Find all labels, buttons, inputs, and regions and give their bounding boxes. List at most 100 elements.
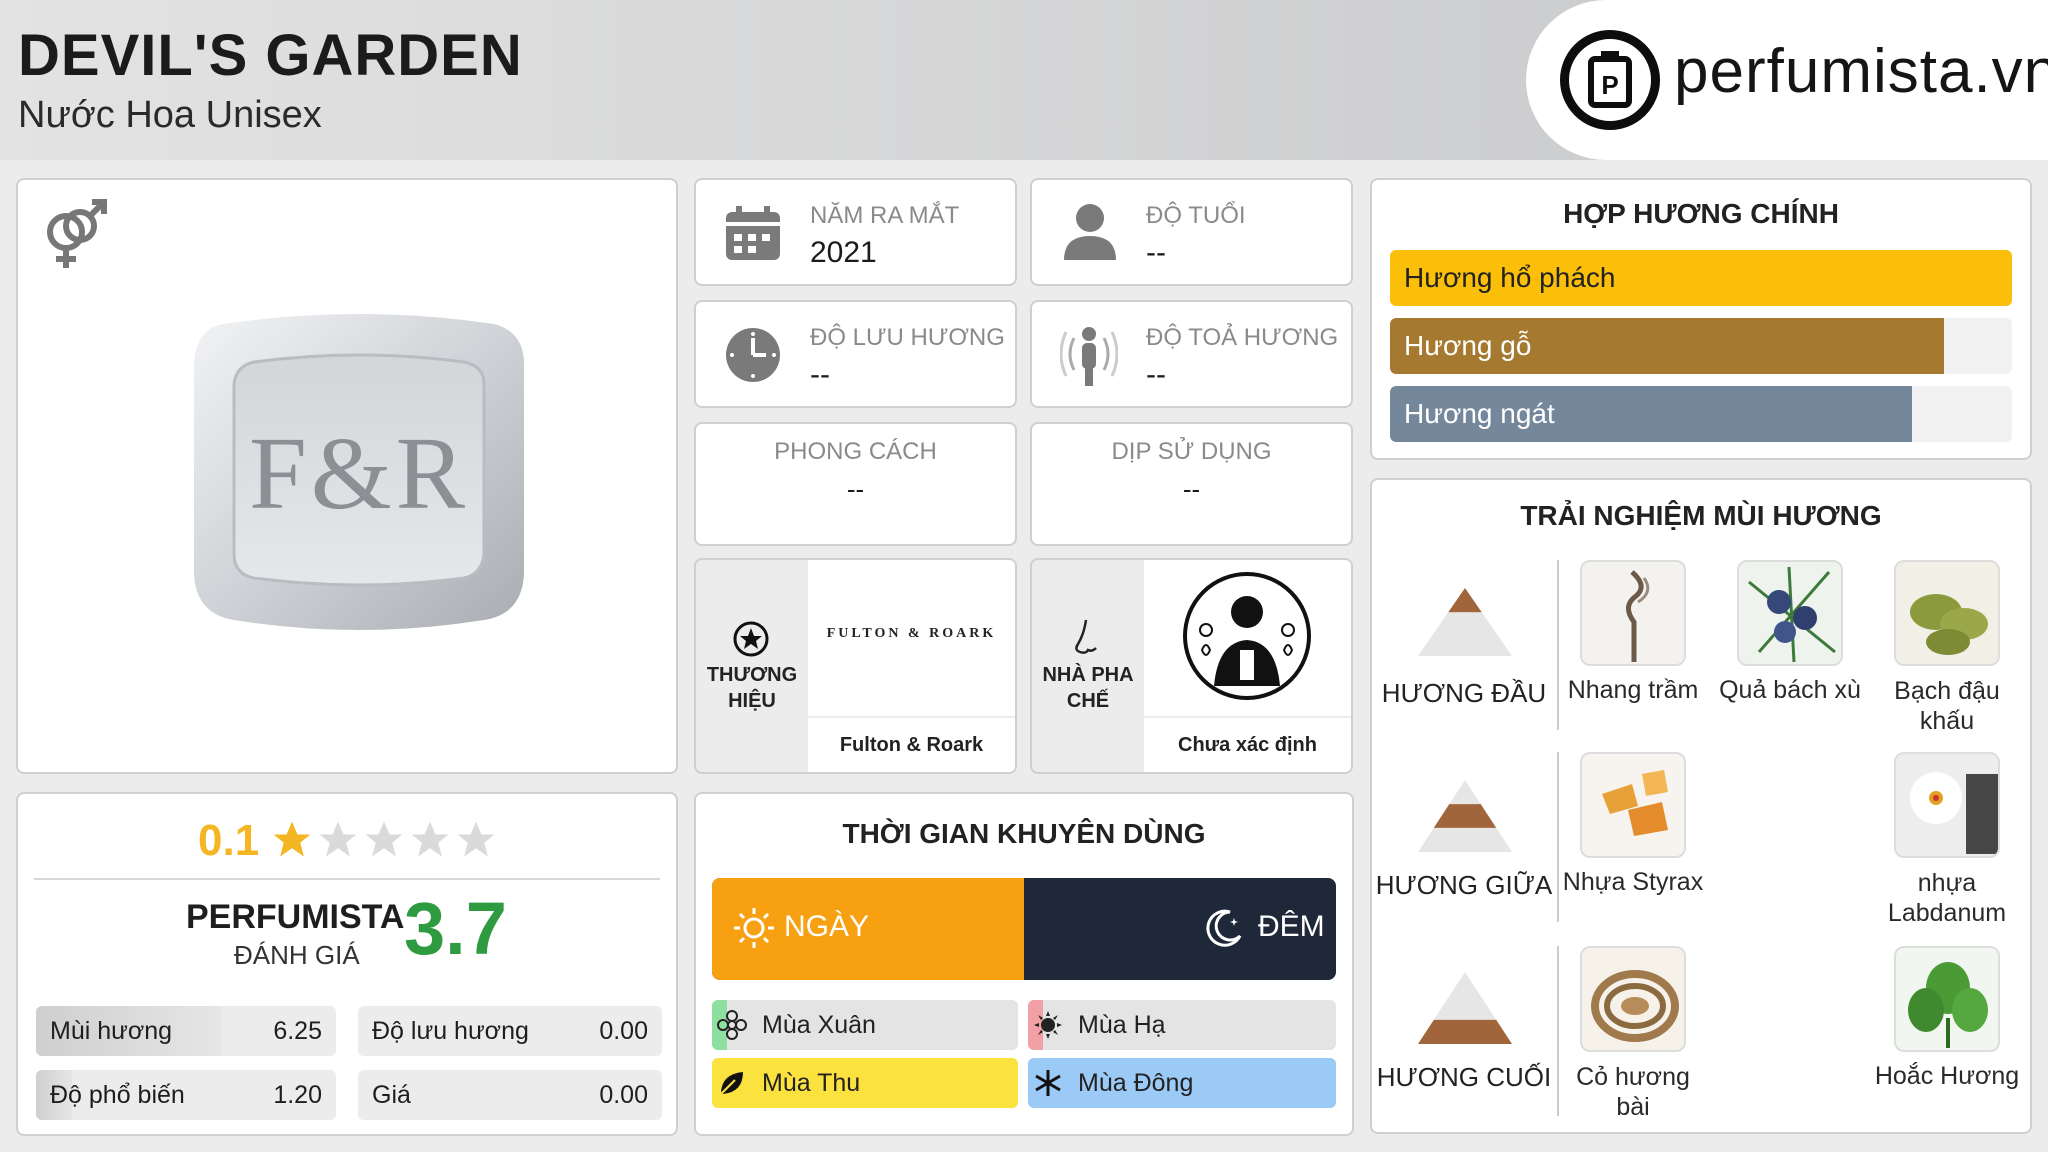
page-subtitle: Nước Hoa Unisex xyxy=(18,94,322,136)
perfumista-score: 3.7 xyxy=(404,887,507,970)
star-icon[interactable] xyxy=(362,818,406,867)
accord-bar: Hương gỗ xyxy=(1390,318,2012,374)
cardamom-note-image[interactable] xyxy=(1894,560,2000,666)
longevity-value: -- xyxy=(810,358,830,391)
release-year-value: 2021 xyxy=(810,236,877,269)
winter-label: Mùa Đông xyxy=(1078,1068,1194,1097)
autumn-season: Mùa Thu xyxy=(712,1058,1018,1108)
top-notes-pyramid-icon xyxy=(1390,584,1540,660)
star-icon[interactable] xyxy=(270,818,314,867)
person-icon xyxy=(1062,202,1118,262)
score-metric: Mùi hương 6.25 xyxy=(36,1006,336,1056)
page-title: DEVIL'S GARDEN xyxy=(18,23,523,88)
spring-season: Mùa Xuân xyxy=(712,1000,1018,1050)
accord-bar: Hương hổ phách xyxy=(1390,250,2012,306)
occasion-card: DỊP SỬ DỤNG -- xyxy=(1030,422,1353,546)
longevity-card: ĐỘ LƯU HƯƠNG -- xyxy=(694,300,1017,408)
flower-icon xyxy=(712,1000,752,1050)
main-accords-card: HỢP HƯƠNG CHÍNH Hương hổ phách Hương gỗ Hư… xyxy=(1370,178,2032,460)
top-note-label: Quả bách xù xyxy=(1719,676,1861,704)
star-badge-icon xyxy=(732,620,770,658)
metric-value: 1.20 xyxy=(273,1080,322,1109)
divider xyxy=(34,878,660,880)
sillage-value: -- xyxy=(1146,358,1166,391)
perfumer-avatar xyxy=(1144,560,1351,716)
incense-note-image[interactable] xyxy=(1580,560,1686,666)
base-note-label: Hoắc Hương xyxy=(1874,1062,2020,1090)
metric-value: 0.00 xyxy=(599,1080,648,1109)
spring-label: Mùa Xuân xyxy=(762,1010,876,1039)
accord-bar-fill: Hương hổ phách xyxy=(1390,250,2012,306)
perfumer-card[interactable]: NHÀ PHA CHẾ Chưa xác định xyxy=(1030,558,1353,774)
product-image: F&R xyxy=(184,304,534,644)
summer-label: Mùa Hạ xyxy=(1078,1010,1166,1039)
star-rating[interactable] xyxy=(270,816,520,866)
longevity-label: ĐỘ LƯU HƯƠNG xyxy=(810,324,1005,351)
rating-card: 0.1 PERFUMISTA ĐÁNH GIÁ 3.7 Mùi hương 6.2… xyxy=(16,792,678,1136)
brand-name[interactable]: Fulton & Roark xyxy=(808,718,1015,772)
perfumer-label-block: NHÀ PHA CHẾ xyxy=(1032,560,1144,772)
score-metric: Giá 0.00 xyxy=(358,1070,662,1120)
brand-label-line-2: HIỆU xyxy=(728,690,776,712)
accord-bar-fill: Hương ngát xyxy=(1390,386,1913,442)
night-label: ĐÊM xyxy=(1258,910,1325,943)
brand-label-line-1: THƯƠNG xyxy=(706,664,798,686)
summer-season: Mùa Hạ xyxy=(1028,1000,1336,1050)
scent-experience-card: TRẢI NGHIỆM MÙI HƯƠNG HƯƠNG ĐẦU HƯƠNG GI… xyxy=(1370,478,2032,1134)
vetiver-note-image[interactable] xyxy=(1580,946,1686,1052)
styrax-note-image[interactable] xyxy=(1580,752,1686,858)
autumn-label: Mùa Thu xyxy=(762,1068,861,1097)
base-notes-label: HƯƠNG CUỐI xyxy=(1376,1062,1552,1092)
brand-logo-text: FULTON & ROARK xyxy=(826,626,997,641)
labdanum-note-image[interactable] xyxy=(1894,752,2000,858)
brand-card[interactable]: THƯƠNG HIỆU FULTON & ROARK Fulton & Roar… xyxy=(694,558,1017,774)
day-night-bar: NGÀY ĐÊM xyxy=(712,878,1336,980)
star-icon[interactable] xyxy=(316,818,360,867)
metric-label: Độ phổ biến xyxy=(50,1080,185,1109)
occasion-value: -- xyxy=(1182,474,1201,504)
sun-solid-icon xyxy=(1028,1000,1068,1050)
metric-label: Giá xyxy=(372,1080,411,1109)
brand-logo-text[interactable]: perfumista.vn xyxy=(1674,36,2048,107)
occasion-label: DỊP SỬ DỤNG xyxy=(1111,438,1272,465)
release-year-label: NĂM RA MẮT xyxy=(810,202,960,229)
age-value: -- xyxy=(1146,236,1166,269)
base-note-label: Cỏ hương bài xyxy=(1576,1063,1690,1121)
moon-icon xyxy=(1202,906,1246,950)
metric-value: 6.25 xyxy=(273,1016,322,1045)
juniper-note-image[interactable] xyxy=(1737,560,1843,666)
perfumer-name[interactable]: Chưa xác định xyxy=(1144,718,1351,772)
clock-icon xyxy=(724,326,782,384)
sillage-person-icon xyxy=(1059,322,1119,388)
sun-icon xyxy=(732,906,776,950)
snowflake-icon xyxy=(1028,1058,1068,1108)
star-icon[interactable] xyxy=(408,818,452,867)
accord-bar-fill: Hương gỗ xyxy=(1390,318,1944,374)
age-card: ĐỘ TUỔI -- xyxy=(1030,178,1353,286)
base-notes-pyramid-icon xyxy=(1390,968,1540,1048)
top-note-label: Nhang trầm xyxy=(1567,676,1699,704)
metric-label: Mùi hương xyxy=(50,1016,173,1045)
patchouli-note-image[interactable] xyxy=(1894,946,2000,1052)
day-label: NGÀY xyxy=(784,910,870,943)
heart-notes-pyramid-icon xyxy=(1390,776,1540,856)
calendar-icon xyxy=(724,204,782,262)
perfumer-label-line-1: NHÀ PHA xyxy=(1042,664,1134,686)
brand-label-block: THƯƠNG HIỆU xyxy=(696,560,808,772)
experience-title: TRẢI NGHIỆM MÙI HƯƠNG xyxy=(1520,500,1882,531)
heart-note-label: Nhựa Styrax xyxy=(1562,868,1704,896)
unisex-gender-icon xyxy=(34,196,114,276)
release-year-card: NĂM RA MẮT 2021 xyxy=(694,178,1017,286)
perfumer-label-line-2: CHẾ xyxy=(1066,690,1110,712)
age-label: ĐỘ TUỔI xyxy=(1146,202,1246,229)
recommended-time-card: THỜI GIAN KHUYÊN DÙNG NGÀY ĐÊM Mùa Xuân … xyxy=(694,792,1354,1136)
score-metric: Độ phổ biến 1.20 xyxy=(36,1070,336,1120)
brand-engraving: F&R xyxy=(248,416,470,531)
perfume-bottle-logo-icon: P xyxy=(1560,30,1660,130)
star-icon[interactable] xyxy=(454,818,498,867)
score-metric: Độ lưu hương 0.00 xyxy=(358,1006,662,1056)
leaf-icon xyxy=(712,1058,752,1108)
user-score: 0.1 xyxy=(198,816,260,865)
product-image-card: F&R xyxy=(16,178,678,774)
nose-icon xyxy=(1072,618,1102,658)
